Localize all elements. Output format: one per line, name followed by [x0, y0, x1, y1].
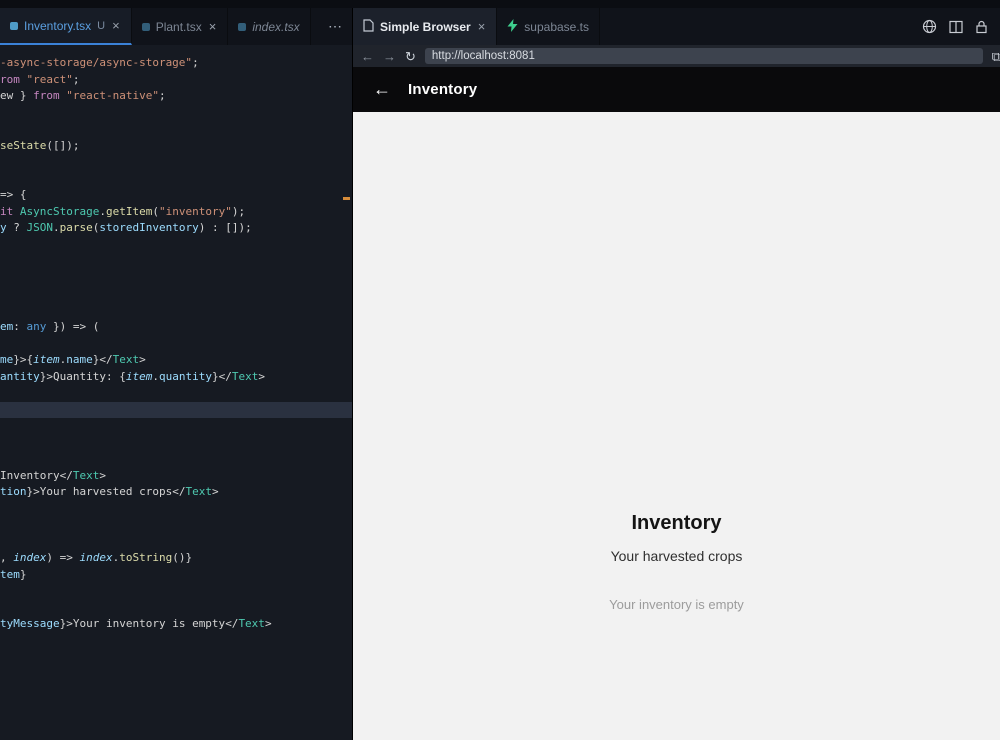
- tab-label: Simple Browser: [380, 19, 471, 34]
- globe-icon[interactable]: [922, 19, 937, 34]
- code-line: => {: [0, 188, 27, 201]
- inventory-heading: Inventory: [631, 512, 722, 534]
- app-header-title: Inventory: [408, 81, 478, 98]
- supabase-bolt-icon: [507, 18, 518, 35]
- window-title-bar: [0, 0, 1000, 8]
- app-back-icon[interactable]: ←: [373, 79, 391, 100]
- reload-icon[interactable]: ↻: [405, 50, 416, 63]
- app-header: ← Inventory: [353, 67, 1000, 112]
- code-line: em: any }) => (: [0, 320, 100, 333]
- tab-index-tsx[interactable]: index.tsx: [228, 8, 311, 45]
- editor-actions: [922, 8, 1000, 45]
- forward-icon[interactable]: →: [383, 50, 396, 63]
- inventory-subheading: Your harvested crops: [610, 548, 743, 564]
- tab-simple-browser[interactable]: Simple Browser ×: [353, 8, 498, 45]
- code-line: Inventory</Text>: [0, 468, 106, 482]
- close-icon[interactable]: ×: [111, 18, 121, 33]
- tab-label: supabase.ts: [524, 19, 590, 34]
- close-icon[interactable]: ×: [477, 19, 487, 34]
- open-external-icon[interactable]: ⧉: [992, 50, 1000, 63]
- tsx-file-icon: [141, 22, 150, 31]
- browser-pane: Simple Browser × supabase.ts ← → ↻ http:…: [353, 8, 1000, 740]
- tab-label: Plant.tsx: [155, 19, 202, 34]
- code-line: ew } from "react-native";: [0, 89, 166, 102]
- preview-page-icon: [363, 18, 374, 35]
- lock-icon[interactable]: [975, 20, 988, 34]
- tab-label: Inventory.tsx: [24, 18, 92, 33]
- code-line: seState([]);: [0, 138, 80, 152]
- tab-supabase-ts[interactable]: supabase.ts: [497, 8, 601, 45]
- code-line: tyMessage}>Your inventory is empty</Text…: [0, 617, 272, 630]
- code-line: it AsyncStorage.getItem("inventory");: [0, 204, 246, 218]
- tab-plant-tsx[interactable]: Plant.tsx ×: [132, 8, 229, 45]
- code-line: antity}>Quantity: {item.quantity}</Text>: [0, 369, 265, 383]
- code-line: [0, 401, 352, 418]
- browser-tab-bar: Simple Browser × supabase.ts: [353, 8, 1000, 45]
- tab-inventory-tsx[interactable]: Inventory.tsx U ×: [0, 8, 132, 45]
- code-line: tem}: [0, 567, 27, 581]
- code-area: -async-storage/async-storage"; rom "react…: [0, 55, 352, 633]
- overview-ruler: [342, 45, 352, 740]
- back-icon[interactable]: ←: [361, 50, 374, 63]
- git-status-badge: U: [97, 19, 106, 32]
- code-line: rom "react";: [0, 72, 80, 86]
- url-input[interactable]: http://localhost:8081: [424, 48, 983, 64]
- workbench: Inventory.tsx U × Plant.tsx × index.tsx …: [0, 8, 1000, 740]
- code-line: me}>{item.name}</Text>: [0, 353, 146, 366]
- more-tabs-icon[interactable]: ⋯: [318, 8, 352, 45]
- code-line: -async-storage/async-storage";: [0, 56, 199, 69]
- browser-nav-bar: ← → ↻ http://localhost:8081 ⧉: [353, 45, 1000, 67]
- code-editor[interactable]: -async-storage/async-storage"; rom "react…: [0, 45, 352, 740]
- empty-message: Your inventory is empty: [609, 597, 744, 612]
- app-content: Inventory Your harvested crops Your inve…: [353, 112, 1000, 740]
- close-icon[interactable]: ×: [208, 19, 218, 34]
- tsx-file-icon: [238, 22, 247, 31]
- editor-pane: Inventory.tsx U × Plant.tsx × index.tsx …: [0, 8, 353, 740]
- modified-marker: [343, 197, 350, 200]
- editor-tab-bar: Inventory.tsx U × Plant.tsx × index.tsx …: [0, 8, 352, 45]
- code-line: tion}>Your harvested crops</Text>: [0, 485, 219, 498]
- code-line: , index) => index.toString()}: [0, 551, 193, 564]
- tsx-file-icon: [10, 21, 18, 30]
- split-editor-icon[interactable]: [949, 20, 963, 34]
- code-line: y ? JSON.parse(storedInventory) : []);: [0, 221, 252, 234]
- tab-label: index.tsx: [252, 19, 300, 34]
